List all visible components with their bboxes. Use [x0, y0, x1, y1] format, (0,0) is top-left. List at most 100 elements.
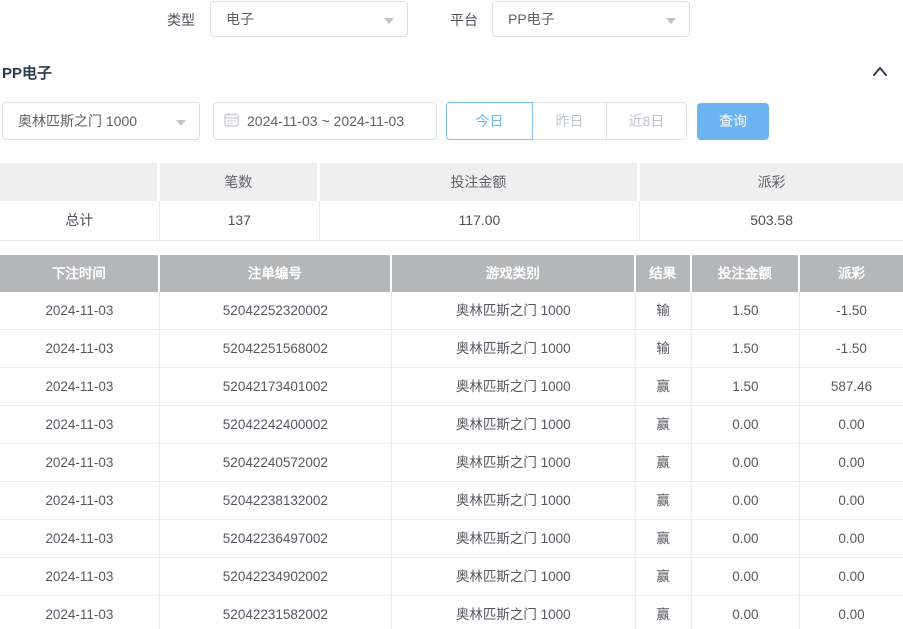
cell-bet-time: 2024-11-03 [0, 520, 160, 557]
header-result: 结果 [636, 255, 692, 292]
cell-result: 赢 [636, 444, 692, 481]
table-row: 2024-11-0352042251568002奥林匹斯之门 1000输1.50… [0, 330, 903, 368]
last8days-button[interactable]: 近8日 [607, 102, 687, 140]
cell-game-category: 奥林匹斯之门 1000 [392, 558, 636, 595]
cell-order-number: 52042240572002 [160, 444, 392, 481]
table-row: 2024-11-0352042238132002奥林匹斯之门 1000赢0.00… [0, 482, 903, 520]
summary-header-payout: 派彩 [640, 163, 903, 201]
cell-result: 赢 [636, 368, 692, 405]
bets-table-header-row: 下注时间 注单编号 游戏类别 结果 投注金额 派彩 [0, 255, 903, 292]
cell-payout: 0.00 [800, 520, 903, 557]
cell-game-category: 奥林匹斯之门 1000 [392, 596, 636, 629]
type-select-value: 电子 [226, 9, 377, 29]
table-row: 2024-11-0352042173401002奥林匹斯之门 1000赢1.50… [0, 368, 903, 406]
bets-table-body: 2024-11-0352042252320002奥林匹斯之门 1000输1.50… [0, 292, 903, 629]
chevron-up-icon[interactable] [866, 60, 894, 84]
cell-result: 赢 [636, 558, 692, 595]
search-button[interactable]: 查询 [697, 103, 769, 140]
type-select[interactable]: 电子 [210, 1, 408, 37]
summary-header-bet-amount: 投注金额 [320, 163, 641, 201]
cell-payout: 0.00 [800, 444, 903, 481]
header-game-category: 游戏类别 [392, 255, 636, 292]
cell-payout: 587.46 [800, 368, 903, 405]
cell-bet-time: 2024-11-03 [0, 596, 160, 629]
summary-total-row: 总计 137 117.00 503.58 [0, 201, 903, 241]
caret-down-icon [176, 120, 186, 126]
cell-bet-time: 2024-11-03 [0, 482, 160, 519]
quick-date-button-group: 今日 昨日 近8日 [446, 102, 687, 140]
cell-order-number: 52042251568002 [160, 330, 392, 367]
cell-order-number: 52042252320002 [160, 292, 392, 329]
header-order-number: 注单编号 [160, 255, 392, 292]
type-label: 类型 [167, 10, 195, 30]
cell-bet-time: 2024-11-03 [0, 558, 160, 595]
cell-bet-time: 2024-11-03 [0, 444, 160, 481]
cell-order-number: 52042236497002 [160, 520, 392, 557]
cell-payout: 0.00 [800, 406, 903, 443]
report-page: 类型 电子 平台 PP电子 PP电子 奥林匹斯之门 1000 [0, 0, 903, 629]
cell-order-number: 52042173401002 [160, 368, 392, 405]
cell-bet-amount: 0.00 [692, 558, 800, 595]
summary-total-count: 137 [160, 201, 320, 240]
cell-bet-amount: 0.00 [692, 482, 800, 519]
date-range-value: 2024-11-03 ~ 2024-11-03 [247, 113, 404, 129]
cell-result: 赢 [636, 596, 692, 629]
cell-result: 输 [636, 292, 692, 329]
cell-payout: 0.00 [800, 596, 903, 629]
header-bet-amount: 投注金额 [692, 255, 800, 292]
table-row: 2024-11-0352042242400002奥林匹斯之门 1000赢0.00… [0, 406, 903, 444]
cell-payout: 0.00 [800, 558, 903, 595]
cell-order-number: 52042242400002 [160, 406, 392, 443]
cell-result: 输 [636, 330, 692, 367]
cell-result: 赢 [636, 520, 692, 557]
game-select[interactable]: 奥林匹斯之门 1000 [2, 102, 200, 140]
cell-bet-amount: 0.00 [692, 520, 800, 557]
cell-bet-time: 2024-11-03 [0, 330, 160, 367]
cell-game-category: 奥林匹斯之门 1000 [392, 330, 636, 367]
cell-bet-time: 2024-11-03 [0, 368, 160, 405]
summary-total-payout: 503.58 [640, 201, 903, 240]
cell-order-number: 52042238132002 [160, 482, 392, 519]
cell-bet-amount: 0.00 [692, 596, 800, 629]
section-title: PP电子 [2, 62, 52, 83]
header-bet-time: 下注时间 [0, 255, 160, 292]
summary-header-row: 笔数 投注金额 派彩 [0, 163, 903, 201]
cell-bet-amount: 1.50 [692, 368, 800, 405]
cell-game-category: 奥林匹斯之门 1000 [392, 482, 636, 519]
cell-result: 赢 [636, 482, 692, 519]
header-payout: 派彩 [800, 255, 903, 292]
cell-bet-time: 2024-11-03 [0, 292, 160, 329]
calendar-icon [224, 112, 239, 130]
today-button[interactable]: 今日 [446, 102, 533, 140]
platform-select-value: PP电子 [508, 9, 659, 29]
cell-payout: 0.00 [800, 482, 903, 519]
summary-total-bet-amount: 117.00 [320, 201, 641, 240]
cell-bet-amount: 0.00 [692, 444, 800, 481]
table-row: 2024-11-0352042231582002奥林匹斯之门 1000赢0.00… [0, 596, 903, 629]
cell-bet-time: 2024-11-03 [0, 406, 160, 443]
summary-header-count: 笔数 [160, 163, 320, 201]
summary-table: 笔数 投注金额 派彩 总计 137 117.00 503.58 [0, 163, 903, 241]
cell-game-category: 奥林匹斯之门 1000 [392, 368, 636, 405]
date-range-input[interactable]: 2024-11-03 ~ 2024-11-03 [213, 102, 437, 140]
game-select-value: 奥林匹斯之门 1000 [18, 111, 169, 131]
summary-total-label: 总计 [0, 201, 160, 240]
cell-payout: -1.50 [800, 292, 903, 329]
platform-select[interactable]: PP电子 [492, 1, 690, 37]
table-row: 2024-11-0352042240572002奥林匹斯之门 1000赢0.00… [0, 444, 903, 482]
cell-game-category: 奥林匹斯之门 1000 [392, 444, 636, 481]
cell-order-number: 52042231582002 [160, 596, 392, 629]
caret-down-icon [384, 18, 394, 24]
cell-bet-amount: 1.50 [692, 330, 800, 367]
yesterday-button[interactable]: 昨日 [533, 102, 607, 140]
table-row: 2024-11-0352042234902002奥林匹斯之门 1000赢0.00… [0, 558, 903, 596]
platform-label: 平台 [450, 10, 478, 30]
table-row: 2024-11-0352042236497002奥林匹斯之门 1000赢0.00… [0, 520, 903, 558]
table-row: 2024-11-0352042252320002奥林匹斯之门 1000输1.50… [0, 292, 903, 330]
cell-bet-amount: 1.50 [692, 292, 800, 329]
cell-game-category: 奥林匹斯之门 1000 [392, 292, 636, 329]
cell-payout: -1.50 [800, 330, 903, 367]
cell-game-category: 奥林匹斯之门 1000 [392, 520, 636, 557]
cell-game-category: 奥林匹斯之门 1000 [392, 406, 636, 443]
bets-table: 下注时间 注单编号 游戏类别 结果 投注金额 派彩 2024-11-035204… [0, 255, 903, 629]
